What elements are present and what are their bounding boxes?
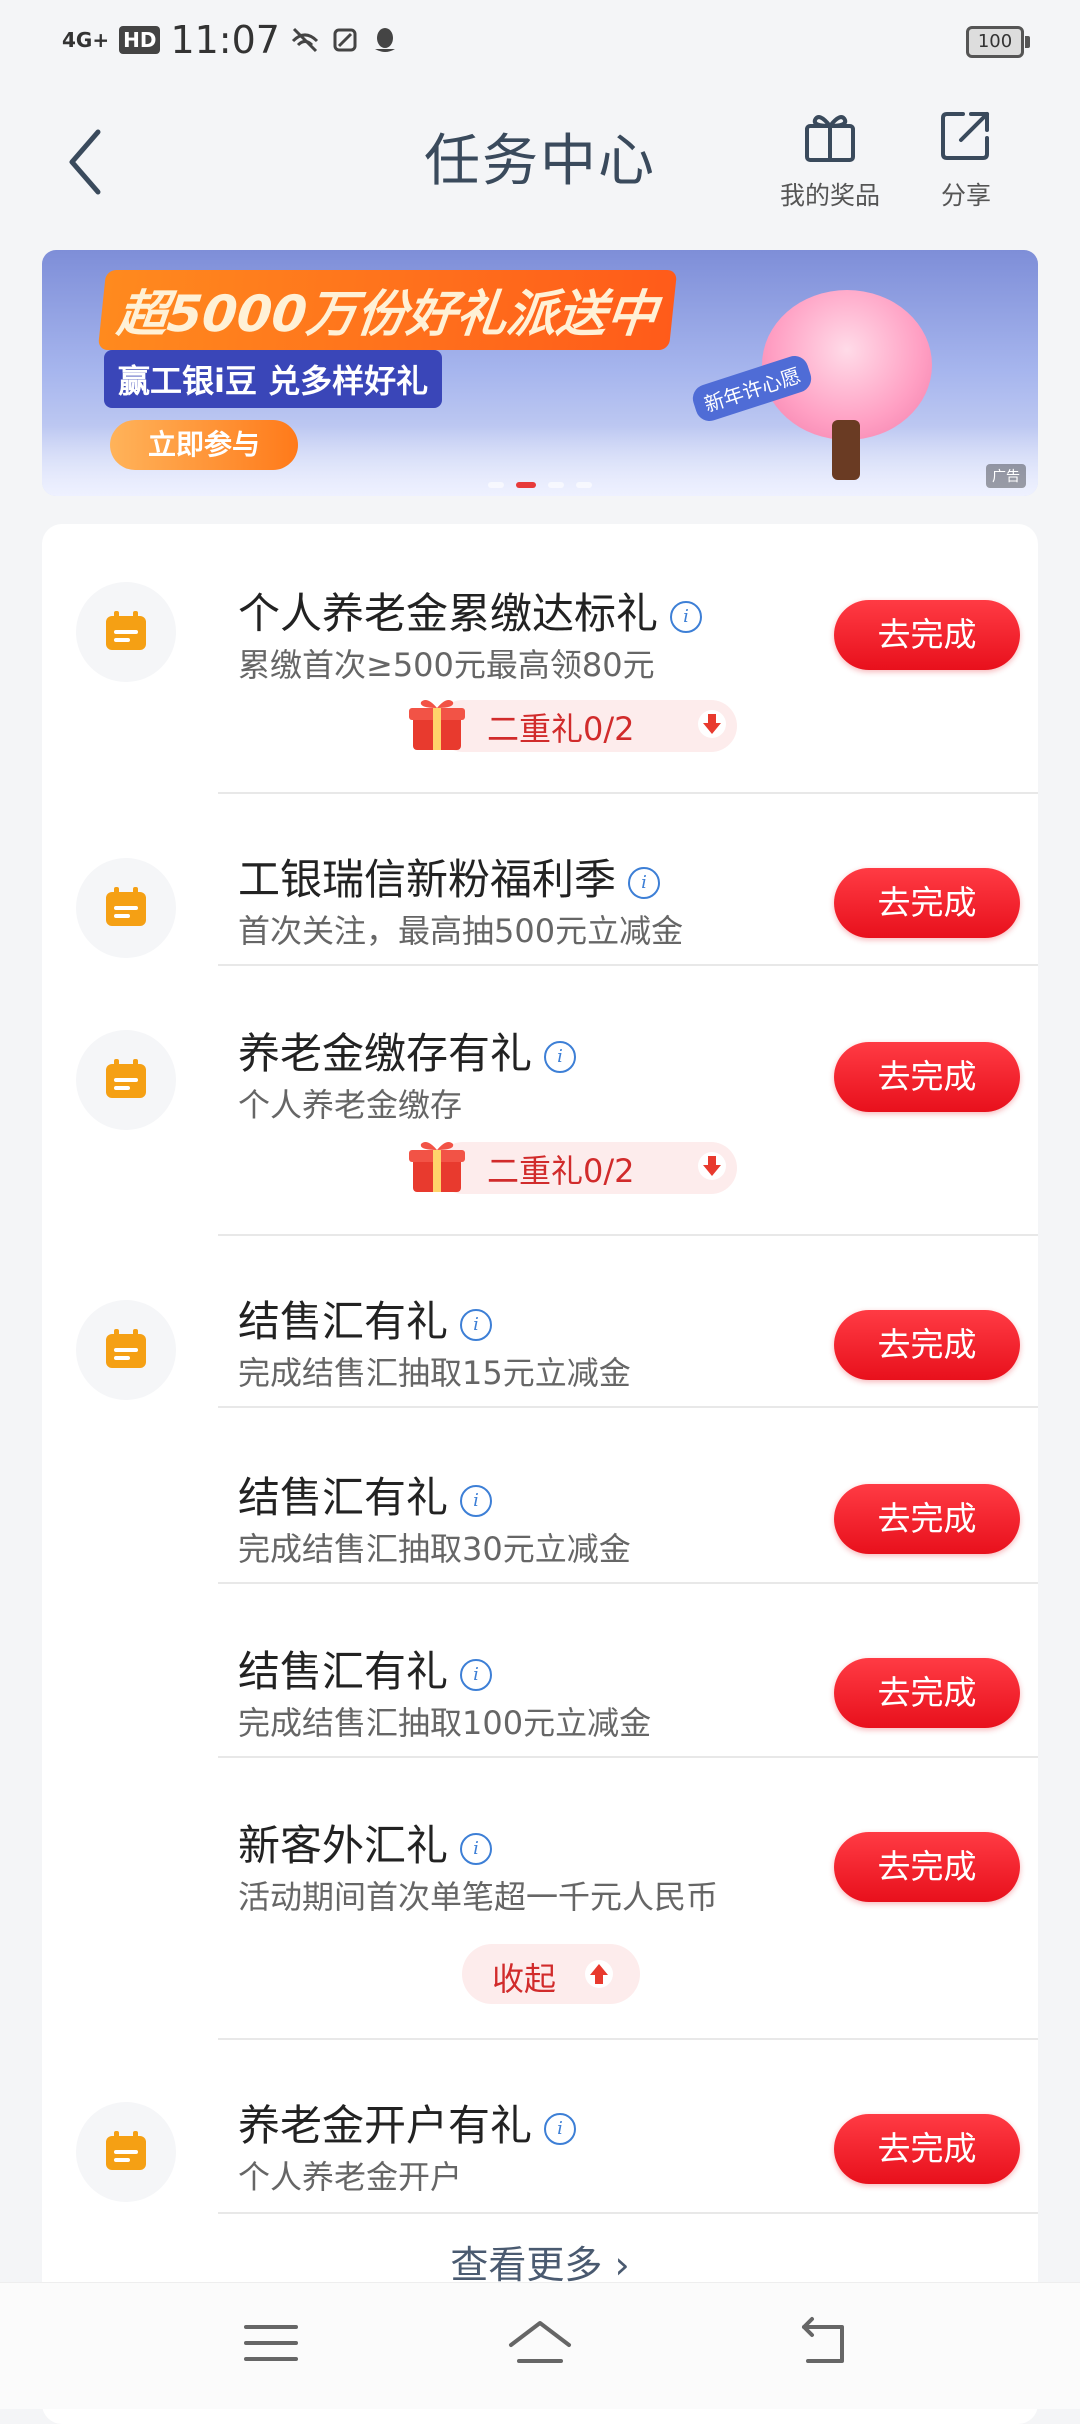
share-icon [941, 112, 989, 160]
gift-box-icon [409, 700, 465, 750]
hd-badge: HD [119, 26, 161, 54]
tree-trunk-illustration [832, 420, 860, 480]
promo-banner[interactable]: 超5000万份好礼派送中 赢工银i豆 兑多样好礼 立即参与 新年许心愿 广告 [42, 250, 1038, 496]
go-complete-button[interactable]: 去完成 [834, 1832, 1020, 1902]
share-label: 分享 [940, 181, 991, 210]
carousel-dot-active [516, 482, 536, 488]
task-title: 养老金开户有礼 i [238, 2092, 577, 2153]
go-complete-button[interactable]: 去完成 [834, 1310, 1020, 1380]
carousel-dot [548, 482, 564, 488]
go-complete-button[interactable]: 去完成 [834, 1042, 1020, 1112]
second-reward-toggle[interactable]: 二重礼0/2 [407, 694, 744, 754]
divider [218, 964, 1038, 966]
task-title: 结售汇有礼 i [238, 1288, 493, 1349]
arrow-down-icon [698, 1152, 726, 1180]
page-header: 任务中心 我的奖品 分享 [0, 86, 1080, 226]
home-icon[interactable] [505, 2313, 575, 2373]
chevron-right-icon: › [602, 2243, 630, 2287]
task-description: 完成结售汇抽取100元立减金 [238, 1704, 652, 1742]
gift-box-icon [409, 1142, 465, 1192]
task-title: 结售汇有礼 i [238, 1638, 493, 1699]
qq-icon [374, 28, 395, 52]
task-list-card: 个人养老金累缴达标礼 i 累缴首次≥500元最高领80元 去完成 二重礼0/2 工… [42, 524, 1038, 2424]
carousel-dot [488, 482, 504, 488]
app-notification-icon [333, 28, 357, 52]
info-icon[interactable]: i [460, 1308, 493, 1341]
task-icon-wrap [76, 1030, 176, 1130]
go-complete-button[interactable]: 去完成 [834, 2114, 1020, 2184]
task-description: 个人养老金缴存 [238, 1086, 463, 1124]
calendar-icon [106, 1329, 146, 1368]
info-icon[interactable]: i [460, 1484, 493, 1517]
task-icon-wrap [76, 858, 176, 958]
task-description: 首次关注，最高抽500元立减金 [238, 912, 684, 950]
task-title: 结售汇有礼 i [238, 1464, 493, 1525]
second-reward-label: 二重礼0/2 [487, 1152, 635, 1190]
my-prizes-button[interactable]: 我的奖品 [770, 106, 890, 212]
divider [218, 1406, 1038, 1408]
calendar-icon [106, 2131, 146, 2170]
info-icon[interactable]: i [544, 2112, 577, 2145]
calendar-icon [106, 611, 146, 650]
divider [218, 792, 1038, 794]
task-title: 个人养老金累缴达标礼 i [238, 580, 703, 641]
status-bar: 4G+ HD 11:07 100 [0, 0, 1080, 86]
collapse-label: 收起 [492, 1960, 557, 1998]
info-icon[interactable]: i [544, 1040, 577, 1073]
system-nav-bar [0, 2282, 1080, 2409]
task-icon-wrap [76, 582, 176, 682]
share-button[interactable]: 分享 [906, 106, 1026, 212]
arrow-down-icon [698, 710, 726, 738]
go-complete-button[interactable]: 去完成 [834, 1658, 1020, 1728]
task-icon-wrap [76, 1300, 176, 1400]
info-icon[interactable]: i [670, 600, 703, 633]
carousel-dot [576, 482, 592, 488]
second-reward-label: 二重礼0/2 [487, 710, 635, 748]
arrow-up-icon [585, 1960, 613, 1988]
view-more-label: 查看更多 [450, 2243, 603, 2287]
gift-icon [805, 115, 855, 162]
divider [218, 2212, 1038, 2214]
menu-icon[interactable] [236, 2313, 306, 2373]
task-description: 累缴首次≥500元最高领80元 [238, 646, 655, 684]
task-description: 个人养老金开户 [238, 2158, 463, 2196]
go-complete-button[interactable]: 去完成 [834, 868, 1020, 938]
divider [218, 1756, 1038, 1758]
task-title: 养老金缴存有礼 i [238, 1020, 577, 1081]
carousel-indicator [42, 473, 1038, 492]
clock: 11:07 [170, 18, 280, 62]
task-title: 新客外汇礼 i [238, 1812, 493, 1873]
second-reward-toggle[interactable]: 二重礼0/2 [407, 1136, 744, 1196]
info-icon[interactable]: i [460, 1832, 493, 1865]
banner-title: 超5000万份好礼派送中 [97, 270, 678, 350]
banner-join-button[interactable]: 立即参与 [110, 420, 298, 470]
go-complete-button[interactable]: 去完成 [834, 1484, 1020, 1554]
battery-indicator: 100 [966, 26, 1030, 58]
task-description: 完成结售汇抽取30元立减金 [238, 1530, 631, 1568]
divider [218, 1582, 1038, 1584]
task-title: 工银瑞信新粉福利季 i [238, 846, 661, 907]
divider [218, 1234, 1038, 1236]
go-complete-button[interactable]: 去完成 [834, 600, 1020, 670]
view-more-link[interactable]: 查看更多 › [42, 2234, 1038, 2289]
task-description: 活动期间首次单笔超一千元人民币 [238, 1878, 719, 1916]
info-icon[interactable]: i [460, 1658, 493, 1691]
calendar-icon [106, 1059, 146, 1098]
wifi-off-icon [291, 27, 319, 53]
back-nav-icon[interactable] [788, 2313, 858, 2373]
divider [218, 2038, 1038, 2040]
banner-subtitle: 赢工银i豆 兑多样好礼 [104, 350, 443, 408]
info-icon[interactable]: i [628, 866, 661, 899]
task-icon-wrap [76, 2102, 176, 2202]
my-prizes-label: 我的奖品 [779, 181, 880, 210]
calendar-icon [106, 887, 146, 926]
task-description: 完成结售汇抽取15元立减金 [238, 1354, 631, 1392]
network-indicator: 4G+ [62, 28, 110, 52]
collapse-button[interactable]: 收起 [462, 1944, 640, 2004]
